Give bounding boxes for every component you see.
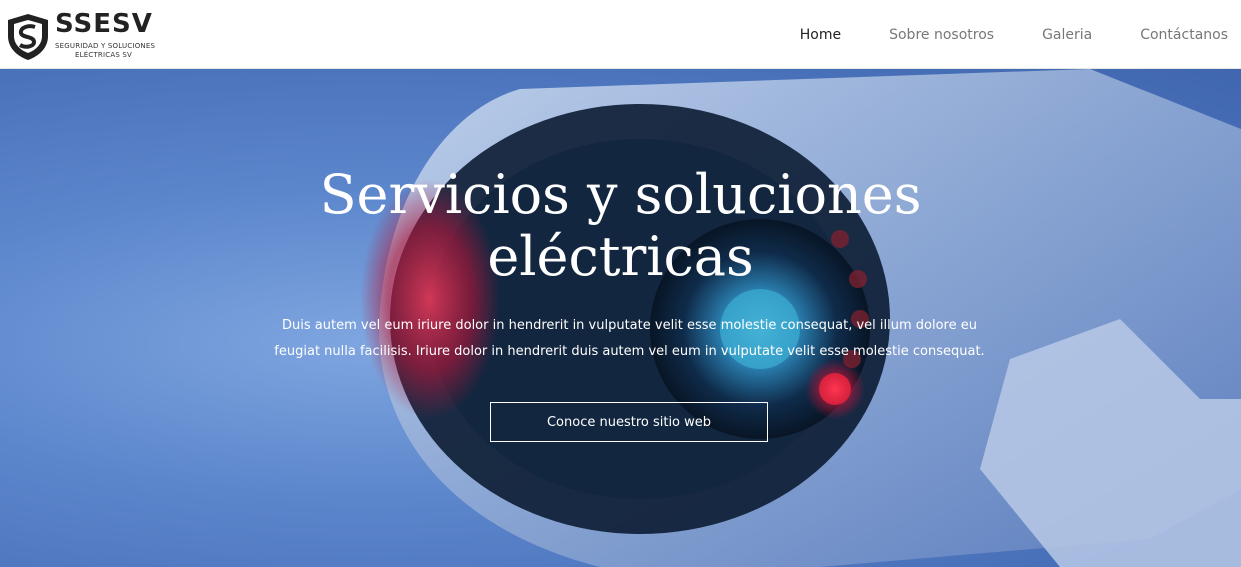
- brand-name: SSESV: [55, 9, 153, 39]
- brand-tagline-line2: ELÉCTRICAS SV: [75, 51, 133, 59]
- hero-description: Duis autem vel eum iriure dolor in hendr…: [274, 318, 985, 359]
- hero-title-line1: Servicios y soluciones: [319, 163, 922, 226]
- hero-section: Servicios y soluciones eléctricas Duis a…: [0, 69, 1241, 567]
- nav-item-galeria[interactable]: Galeria: [1042, 27, 1092, 43]
- site-header: SSESV SEGURIDAD Y SOLUCIONES ELÉCTRICAS …: [0, 0, 1241, 69]
- cta-button[interactable]: Conoce nuestro sitio web: [490, 402, 768, 442]
- main-nav: Home Sobre nosotros Galeria Contáctanos: [800, 0, 1228, 69]
- brand-tagline-line1: SEGURIDAD Y SOLUCIONES: [55, 42, 156, 50]
- nav-item-sobre-nosotros[interactable]: Sobre nosotros: [889, 27, 994, 43]
- nav-item-home[interactable]: Home: [800, 27, 841, 43]
- hero-title: Servicios y soluciones eléctricas: [0, 164, 1241, 288]
- brand-logo[interactable]: SSESV SEGURIDAD Y SOLUCIONES ELÉCTRICAS …: [5, 9, 165, 62]
- nav-item-contactanos[interactable]: Contáctanos: [1140, 27, 1228, 43]
- shield-icon: [8, 14, 48, 60]
- hero-title-line2: eléctricas: [487, 225, 754, 288]
